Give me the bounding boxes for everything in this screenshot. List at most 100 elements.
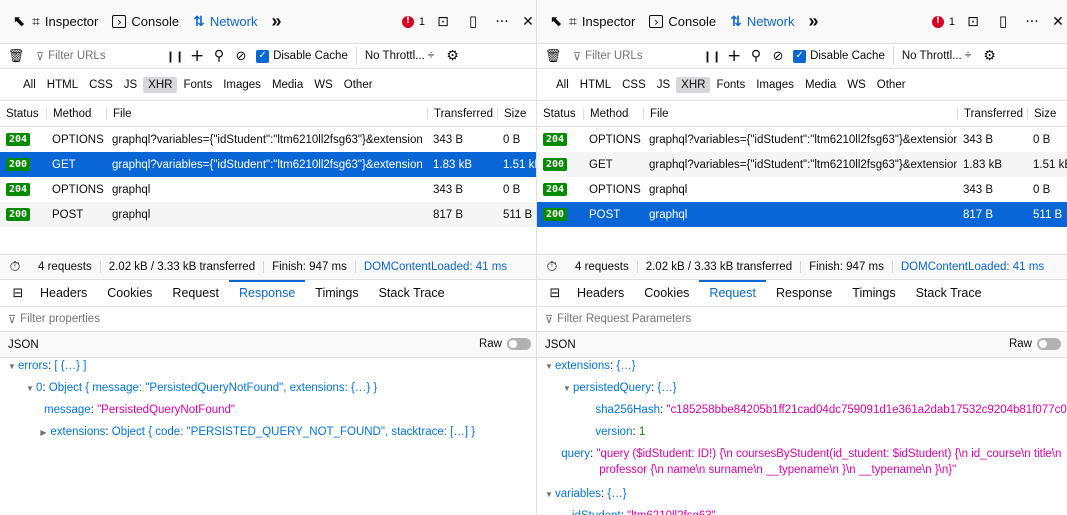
type-filter-xhr[interactable]: XHR	[143, 76, 178, 93]
request-row[interactable]: 200 POST graphql 817 B 511 B	[537, 202, 1067, 227]
tab-cookies[interactable]: Cookies	[634, 280, 699, 307]
raw-toggle-switch[interactable]	[1037, 338, 1061, 351]
clear-trash-icon[interactable]: 🗑︎	[545, 50, 562, 63]
properties-filter[interactable]: ⊽ Filter Request Parameters	[537, 307, 1067, 332]
toggle-sidebar-icon[interactable]: ⊟	[6, 287, 30, 300]
type-filter-images[interactable]: Images	[751, 77, 799, 93]
filter-urls-input[interactable]: Filter URLs	[585, 50, 695, 62]
column-transferred[interactable]: Transferred	[427, 107, 497, 120]
properties-filter[interactable]: ⊽ Filter properties	[0, 307, 537, 332]
json-tree-node[interactable]: ▼ errors: [ {…} ]	[0, 360, 537, 372]
tab-inspector[interactable]: ⌗ Inspector	[569, 14, 635, 29]
more-tools-button[interactable]: »	[272, 11, 282, 32]
type-filter-other[interactable]: Other	[339, 77, 378, 93]
type-filter-media[interactable]: Media	[267, 77, 308, 93]
json-tree-node[interactable]: ▶ extensions: Object { code: "PERSISTED_Q…	[0, 426, 537, 438]
type-filter-js[interactable]: JS	[652, 77, 675, 93]
settings-gear-icon[interactable]: ⚙	[446, 49, 459, 63]
type-filter-media[interactable]: Media	[800, 77, 841, 93]
request-row[interactable]: 200 GET graphql?variables={"idStudent":"lt…	[0, 152, 537, 177]
type-filter-fonts[interactable]: Fonts	[178, 77, 217, 93]
tab-timings[interactable]: Timings	[305, 280, 368, 307]
request-row[interactable]: 204 OPTIONS graphql 343 B 0 B	[0, 177, 537, 202]
element-picker-icon[interactable]: ⬉	[543, 14, 569, 29]
type-filter-fonts[interactable]: Fonts	[711, 77, 750, 93]
collapsed-twisty-icon[interactable]: ▶	[40, 428, 50, 437]
close-devtools-button[interactable]: ✕	[519, 15, 537, 29]
block-icon[interactable]: ⊘	[230, 50, 252, 63]
tab-request[interactable]: Request	[699, 279, 766, 307]
column-transferred[interactable]: Transferred	[957, 107, 1027, 120]
more-tools-button[interactable]: »	[809, 11, 819, 32]
toggle-sidebar-icon[interactable]: ⊟	[543, 287, 567, 300]
tab-headers[interactable]: Headers	[567, 280, 634, 307]
column-status[interactable]: Status	[537, 108, 583, 120]
add-request-icon[interactable]: +	[723, 47, 745, 65]
properties-filter-input[interactable]: Filter properties	[20, 313, 100, 325]
expanded-twisty-icon[interactable]: ▼	[26, 384, 36, 393]
type-filter-all[interactable]: All	[551, 77, 574, 93]
column-method[interactable]: Method	[583, 107, 643, 120]
screenshot-icon[interactable]: ⊡	[433, 15, 453, 29]
menu-ellipsis-button[interactable]: ···	[491, 15, 513, 29]
type-filter-ws[interactable]: WS	[309, 77, 338, 93]
add-request-icon[interactable]: +	[186, 47, 208, 65]
expanded-twisty-icon[interactable]: ▼	[563, 384, 573, 393]
type-filter-ws[interactable]: WS	[842, 77, 871, 93]
tab-console[interactable]: › Console	[649, 14, 716, 29]
type-filter-xhr[interactable]: XHR	[676, 76, 711, 93]
column-file[interactable]: File	[643, 107, 957, 120]
performance-stopwatch-icon[interactable]: ⏱	[537, 260, 567, 274]
json-tree-node[interactable]: ▼ persistedQuery: {…}	[537, 382, 1067, 394]
close-devtools-button[interactable]: ✕	[1049, 15, 1067, 29]
tab-request[interactable]: Request	[162, 280, 229, 307]
tab-network[interactable]: ⇅ Network	[730, 14, 794, 29]
raw-toggle[interactable]: Raw	[479, 338, 531, 351]
raw-toggle[interactable]: Raw	[1009, 338, 1061, 351]
properties-filter-input[interactable]: Filter Request Parameters	[557, 313, 691, 325]
disable-cache-checkbox[interactable]: ✓	[793, 49, 807, 63]
settings-gear-icon[interactable]: ⚙	[983, 49, 996, 63]
element-picker-icon[interactable]: ⬉	[6, 14, 32, 29]
raw-toggle-switch[interactable]	[507, 338, 531, 351]
dock-icon[interactable]: ▯	[463, 14, 483, 29]
performance-stopwatch-icon[interactable]: ⏱	[0, 260, 30, 274]
type-filter-other[interactable]: Other	[872, 77, 911, 93]
dock-icon[interactable]: ▯	[993, 14, 1013, 29]
throttling-select[interactable]: No Throttl... ÷	[365, 50, 434, 62]
error-count-badge[interactable]: ! 1	[401, 15, 425, 28]
tab-headers[interactable]: Headers	[30, 280, 97, 307]
screenshot-icon[interactable]: ⊡	[963, 15, 983, 29]
type-filter-all[interactable]: All	[18, 77, 41, 93]
search-icon[interactable]: ⚲	[745, 49, 767, 63]
request-row[interactable]: 204 OPTIONS graphql?variables={"idStudent"…	[537, 127, 1067, 152]
tab-response[interactable]: Response	[766, 280, 842, 307]
column-size[interactable]: Size	[1027, 107, 1067, 120]
json-tree-node[interactable]: ▼ variables: {…}	[537, 488, 1067, 500]
clear-trash-icon[interactable]: 🗑︎	[8, 50, 25, 63]
type-filter-html[interactable]: HTML	[42, 77, 83, 93]
pause-icon[interactable]: ❙❙	[703, 51, 721, 62]
menu-ellipsis-button[interactable]: ···	[1021, 15, 1043, 29]
json-tree-node[interactable]: ▼ extensions: {…}	[537, 360, 1067, 372]
tab-inspector[interactable]: ⌗ Inspector	[32, 14, 98, 29]
expanded-twisty-icon[interactable]: ▼	[8, 362, 18, 371]
expanded-twisty-icon[interactable]: ▼	[545, 362, 555, 371]
request-row[interactable]: 200 POST graphql 817 B 511 B	[0, 202, 537, 227]
tab-cookies[interactable]: Cookies	[97, 280, 162, 307]
column-size[interactable]: Size	[497, 107, 537, 120]
type-filter-js[interactable]: JS	[119, 77, 142, 93]
type-filter-css[interactable]: CSS	[617, 77, 651, 93]
pause-icon[interactable]: ❙❙	[166, 51, 184, 62]
error-count-badge[interactable]: ! 1	[931, 15, 955, 28]
column-method[interactable]: Method	[46, 107, 106, 120]
type-filter-css[interactable]: CSS	[84, 77, 118, 93]
filter-urls-input[interactable]: Filter URLs	[48, 50, 158, 62]
column-file[interactable]: File	[106, 107, 427, 120]
request-row[interactable]: 204 OPTIONS graphql?variables={"idStudent"…	[0, 127, 537, 152]
block-icon[interactable]: ⊘	[767, 50, 789, 63]
tab-console[interactable]: › Console	[112, 14, 179, 29]
type-filter-images[interactable]: Images	[218, 77, 266, 93]
search-icon[interactable]: ⚲	[208, 49, 230, 63]
request-row[interactable]: 200 GET graphql?variables={"idStudent":"lt…	[537, 152, 1067, 177]
